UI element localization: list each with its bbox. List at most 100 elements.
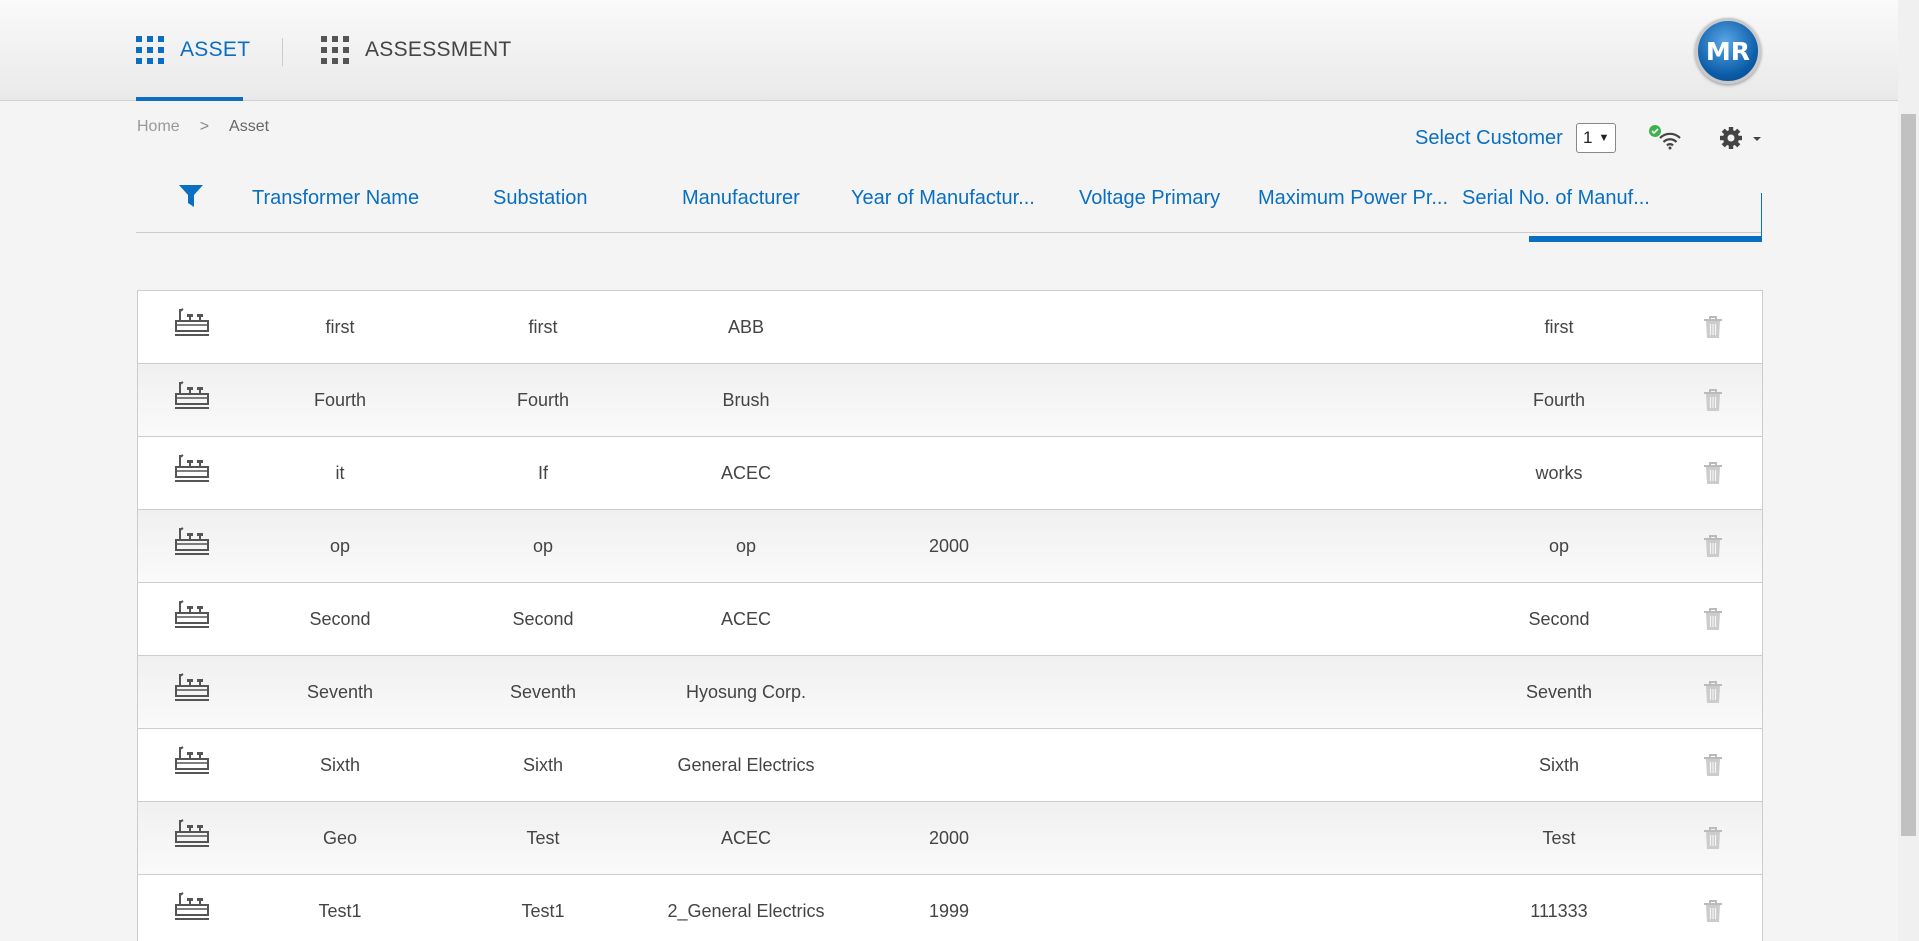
delete-trash-icon[interactable] (1702, 607, 1724, 631)
table-cell-name: Seventh (306, 682, 374, 702)
nav-tab-assessment-label: ASSESSMENT (365, 38, 512, 61)
delete-trash-icon[interactable] (1702, 315, 1724, 339)
breadcrumb-separator: > (199, 118, 210, 135)
transformer-icon (175, 454, 209, 482)
breadcrumb: Home > Asset (137, 118, 269, 136)
table-cell-year (839, 364, 1059, 437)
apps-grid-icon (136, 36, 164, 64)
transformer-icon (175, 381, 209, 409)
table-cell-name: op (329, 536, 351, 556)
table-cell-power (1245, 656, 1465, 729)
nav-tab-asset[interactable]: ASSET (136, 0, 250, 101)
table-cell-substation: Second (512, 609, 574, 629)
table-row[interactable]: Seventh Seventh Hyosung Corp. Seventh (138, 655, 1762, 728)
table-cell-serial: 111333 (1530, 901, 1588, 921)
delete-trash-icon[interactable] (1702, 899, 1724, 923)
table-cell-manufacturer: ACEC (720, 609, 771, 629)
column-header-serial-no[interactable]: Serial No. of Manuf... (1462, 187, 1650, 210)
table-row[interactable]: it If ACEC works (138, 436, 1762, 509)
customer-select[interactable]: 1 ▼ (1576, 123, 1616, 153)
table-cell-year: 1999 (928, 901, 970, 921)
transformer-icon (175, 527, 209, 555)
table-cell-power (1245, 583, 1465, 656)
table-cell-year (839, 729, 1059, 802)
dropdown-arrow-icon: ▼ (1598, 132, 1610, 144)
scrollbar-thumb[interactable] (1901, 114, 1916, 836)
nav-divider (282, 38, 283, 66)
table-cell-year: 2000 (928, 828, 970, 848)
table-row[interactable]: Sixth Sixth General Electrics Sixth (138, 728, 1762, 801)
table-cell-voltage (1042, 802, 1262, 875)
table-cell-power (1245, 291, 1465, 364)
table-cell-voltage (1042, 437, 1262, 510)
table-row[interactable]: op op op 2000 op (138, 509, 1762, 582)
table-cell-power (1245, 729, 1465, 802)
table-row[interactable]: Second Second ACEC Second (138, 582, 1762, 655)
delete-trash-icon[interactable] (1702, 388, 1724, 412)
table-cell-substation: first (528, 317, 558, 337)
table-cell-year: 2000 (928, 536, 970, 556)
table-cell-year (839, 291, 1059, 364)
table-cell-manufacturer: 2_General Electrics (667, 901, 825, 921)
column-header-transformer-name[interactable]: Transformer Name (252, 187, 419, 210)
connection-status-icon[interactable] (1648, 124, 1682, 150)
table-cell-year (839, 656, 1059, 729)
column-header-substation[interactable]: Substation (493, 187, 588, 210)
transformer-icon (175, 673, 209, 701)
settings-gear-icon[interactable] (1718, 124, 1764, 152)
table-cell-serial: Second (1528, 609, 1590, 629)
column-divider (1761, 193, 1762, 238)
transformer-icon (175, 308, 209, 336)
table-cell-serial: works (1535, 463, 1583, 483)
top-navigation-bar: ASSET ASSESSMENT MR (0, 0, 1898, 101)
transformer-icon (175, 819, 209, 847)
table-cell-serial: op (1548, 536, 1570, 556)
column-header-year[interactable]: Year of Manufactur... (851, 187, 1035, 210)
nav-tab-assessment[interactable]: ASSESSMENT (321, 0, 512, 100)
delete-trash-icon[interactable] (1702, 461, 1724, 485)
table-cell-voltage (1042, 875, 1262, 941)
table-cell-substation: Seventh (509, 682, 577, 702)
table-cell-voltage (1042, 510, 1262, 583)
table-row[interactable]: Test1 Test1 2_General Electrics 1999 111333 (138, 874, 1762, 941)
table-cell-name: it (335, 463, 345, 483)
filter-icon[interactable] (178, 183, 204, 209)
table-cell-name: Test1 (318, 901, 362, 921)
table-cell-voltage (1042, 583, 1262, 656)
table-cell-substation: Fourth (516, 390, 570, 410)
transformer-icon (175, 746, 209, 774)
breadcrumb-home-link[interactable]: Home (137, 118, 180, 136)
table-cell-year (839, 583, 1059, 656)
mr-logo[interactable]: MR (1695, 18, 1761, 84)
table-cell-power (1245, 510, 1465, 583)
select-customer-label: Select Customer (1415, 127, 1563, 149)
table-cell-manufacturer: ABB (727, 317, 765, 337)
table-row[interactable]: Fourth Fourth Brush Fourth (138, 363, 1762, 436)
table-row[interactable]: first first ABB first (138, 290, 1762, 363)
table-cell-serial: first (1544, 317, 1574, 337)
delete-trash-icon[interactable] (1702, 753, 1724, 777)
delete-trash-icon[interactable] (1702, 680, 1724, 704)
table-cell-manufacturer: op (735, 536, 757, 556)
table-cell-voltage (1042, 729, 1262, 802)
table-cell-power (1245, 364, 1465, 437)
table-cell-name: Second (309, 609, 371, 629)
delete-trash-icon[interactable] (1702, 826, 1724, 850)
column-header-max-power[interactable]: Maximum Power Pr... (1258, 187, 1448, 210)
column-header-manufacturer[interactable]: Manufacturer (682, 187, 800, 210)
column-header-voltage-primary[interactable]: Voltage Primary (1079, 187, 1220, 210)
table-cell-name: Fourth (313, 390, 367, 410)
table-cell-serial: Fourth (1532, 390, 1586, 410)
table-cell-manufacturer: ACEC (720, 828, 771, 848)
table-cell-serial: Test (1542, 828, 1576, 848)
table-cell-serial: Sixth (1538, 755, 1580, 775)
breadcrumb-current: Asset (229, 118, 270, 135)
table-row[interactable]: Geo Test ACEC 2000 Test (138, 801, 1762, 874)
delete-trash-icon[interactable] (1702, 534, 1724, 558)
customer-select-value: 1 (1583, 128, 1593, 147)
transformer-icon (175, 892, 209, 920)
table-cell-name: Geo (322, 828, 358, 848)
table-cell-manufacturer: General Electrics (677, 755, 815, 775)
table-cell-substation: Test1 (521, 901, 565, 921)
table-header: Transformer Name Substation Manufacturer… (136, 175, 1762, 233)
